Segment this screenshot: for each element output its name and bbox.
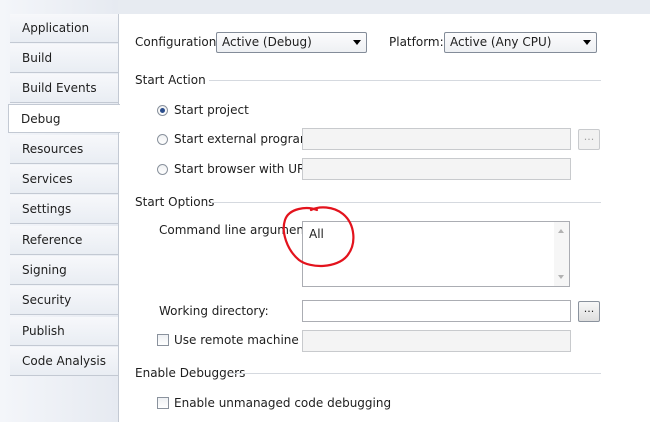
chevron-down-icon (353, 40, 361, 45)
divider (209, 80, 601, 81)
chevron-down-icon (583, 40, 591, 45)
platform-label: Platform: (389, 35, 444, 49)
annotation-circle (282, 206, 355, 267)
sidebar-item-label: Application (22, 21, 90, 35)
sidebar-item-label: Signing (22, 263, 67, 277)
sidebar-item-label: Code Analysis (22, 354, 106, 368)
start-external-program-label[interactable]: Start external program: (174, 132, 316, 146)
platform-value: Active (Any CPU) (450, 35, 552, 49)
browser-url-input[interactable] (302, 158, 571, 180)
sidebar-item-reference-paths[interactable]: Reference Paths (10, 226, 118, 275)
sidebar-item-application[interactable]: Application (10, 14, 118, 43)
scroll-up-icon[interactable] (558, 229, 564, 233)
sidebar-item-label: Debug (21, 112, 61, 126)
sidebar-item-build[interactable]: Build (10, 44, 118, 73)
sidebar-item-label: Security (22, 293, 72, 307)
sidebar-nav: Application Build Build Events Debug Res… (0, 0, 120, 422)
sidebar-item-debug[interactable]: Debug (8, 104, 120, 133)
scrollbar[interactable] (554, 222, 569, 286)
divider (211, 202, 601, 203)
enable-unmanaged-debugging-label[interactable]: Enable unmanaged code debugging (174, 396, 391, 410)
sidebar-item-resources[interactable]: Resources (10, 135, 118, 164)
start-action-heading: Start Action (135, 73, 206, 87)
start-browser-radio[interactable] (157, 164, 168, 175)
start-project-radio[interactable] (157, 105, 168, 116)
use-remote-machine-label[interactable]: Use remote machine (174, 333, 299, 347)
sidebar-item-label: Publish (22, 324, 65, 338)
sidebar-item-label: Build Events (22, 81, 97, 95)
working-directory-input[interactable] (302, 300, 571, 322)
remote-machine-input[interactable] (302, 330, 571, 352)
working-directory-browse-button[interactable]: ... (578, 301, 600, 322)
sidebar-item-signing[interactable]: Signing (10, 256, 118, 285)
enable-unmanaged-debugging-checkbox[interactable] (157, 397, 169, 409)
configuration-value: Active (Debug) (222, 35, 312, 49)
debug-properties-panel: Configuration: Active (Debug) Platform: … (118, 14, 650, 422)
platform-select[interactable]: Active (Any CPU) (444, 32, 597, 53)
use-remote-machine-checkbox[interactable] (157, 334, 169, 346)
sidebar-item-settings[interactable]: Settings (10, 195, 118, 224)
working-directory-label: Working directory: (159, 304, 269, 318)
sidebar-item-label: Settings (22, 202, 72, 216)
external-program-browse-button[interactable]: ... (578, 129, 600, 150)
start-options-heading: Start Options (135, 195, 215, 209)
start-external-program-radio[interactable] (157, 134, 168, 145)
external-program-input[interactable] (302, 128, 571, 150)
sidebar-item-label: Services (22, 172, 73, 186)
divider (229, 373, 601, 374)
sidebar-item-security[interactable]: Security (10, 286, 118, 315)
sidebar-item-build-events[interactable]: Build Events (10, 74, 118, 103)
start-project-label[interactable]: Start project (174, 103, 249, 117)
configuration-select[interactable]: Active (Debug) (216, 32, 367, 53)
sidebar-item-services[interactable]: Services (10, 165, 118, 194)
sidebar-item-label: Build (22, 51, 53, 65)
sidebar-item-publish[interactable]: Publish (10, 317, 118, 346)
configuration-label: Configuration: (135, 35, 221, 49)
sidebar-item-code-analysis[interactable]: Code Analysis (10, 347, 118, 376)
scroll-down-icon[interactable] (558, 275, 564, 279)
sidebar-item-label: Resources (22, 142, 84, 156)
start-browser-label[interactable]: Start browser with URL: (174, 162, 316, 176)
